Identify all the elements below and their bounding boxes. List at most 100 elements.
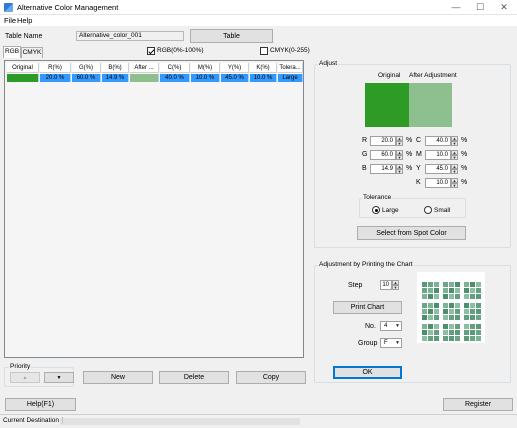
- chevron-down-icon: ▼: [395, 340, 400, 346]
- delete-button[interactable]: Delete: [159, 371, 229, 384]
- table-button[interactable]: Table: [190, 29, 273, 43]
- chart-patch: [464, 324, 469, 329]
- y-label: Y: [416, 165, 421, 172]
- chart-patch: [464, 294, 469, 299]
- column-header-tolerance[interactable]: Tolera...: [278, 63, 303, 73]
- chart-patch: [449, 309, 454, 314]
- m-down-icon[interactable]: ▼: [451, 155, 458, 160]
- copy-button[interactable]: Copy: [236, 371, 306, 384]
- table-name-label: Table Name: [5, 33, 43, 40]
- chart-patch: [449, 303, 454, 308]
- minimize-button[interactable]: —: [445, 1, 467, 14]
- chart-patch: [422, 282, 427, 287]
- column-header-g[interactable]: G(%): [72, 63, 101, 73]
- y-down-icon[interactable]: ▼: [451, 169, 458, 174]
- y-spinner[interactable]: 45.0 ▲ ▼: [425, 164, 460, 174]
- maximize-button[interactable]: ☐: [469, 1, 491, 14]
- register-button[interactable]: Register: [443, 398, 513, 411]
- k-spinner[interactable]: 10.0 ▲ ▼: [425, 178, 460, 188]
- cell-b[interactable]: 14.9 %: [102, 74, 129, 82]
- g-down-icon[interactable]: ▼: [396, 155, 403, 160]
- r-down-icon[interactable]: ▼: [396, 141, 403, 146]
- menu-help[interactable]: Help: [17, 16, 32, 25]
- column-header-after[interactable]: After ...: [130, 63, 159, 73]
- cell-m[interactable]: 10.0 %: [191, 74, 220, 82]
- cell-c[interactable]: 40.0 %: [160, 74, 190, 82]
- m-label: M: [416, 151, 422, 158]
- cell-k[interactable]: 10.0 %: [250, 74, 277, 82]
- cell-original-swatch[interactable]: [7, 74, 39, 82]
- tolerance-large-radio[interactable]: [372, 206, 380, 214]
- column-header-original[interactable]: Original: [7, 63, 39, 73]
- c-value[interactable]: 40.0: [425, 136, 451, 146]
- b-spinner[interactable]: 14.9 ▲ ▼: [370, 164, 405, 174]
- chart-patch: [434, 330, 439, 335]
- chart-patch: [470, 288, 475, 293]
- k-down-icon[interactable]: ▼: [451, 183, 458, 188]
- k-unit: %: [461, 179, 468, 186]
- group-label: Group: [358, 340, 378, 347]
- chart-patch: [476, 324, 481, 329]
- help-button[interactable]: Help(F1): [5, 398, 76, 411]
- g-spinner[interactable]: 60.0 ▲ ▼: [370, 150, 405, 160]
- no-value: 4: [384, 323, 388, 329]
- g-value[interactable]: 60.0: [370, 150, 396, 160]
- cell-after-swatch[interactable]: [130, 74, 159, 82]
- m-spinner[interactable]: 10.0 ▲ ▼: [425, 150, 460, 160]
- priority-down-button[interactable]: ▼: [44, 372, 74, 383]
- column-header-c[interactable]: C(%): [160, 63, 190, 73]
- chart-patch: [455, 294, 460, 299]
- k-value[interactable]: 10.0: [425, 178, 451, 188]
- ok-button[interactable]: OK: [333, 366, 402, 379]
- b-value[interactable]: 14.9: [370, 164, 396, 174]
- chart-patch: [476, 303, 481, 308]
- menu-file[interactable]: File: [4, 16, 16, 25]
- step-spinner[interactable]: 10 ▲ ▼: [380, 280, 399, 290]
- chart-patch: [464, 336, 469, 341]
- column-header-k[interactable]: K(%): [250, 63, 277, 73]
- app-icon: [4, 3, 13, 12]
- step-value[interactable]: 10: [380, 280, 392, 290]
- chart-patch: [428, 294, 433, 299]
- new-button[interactable]: New: [83, 371, 153, 384]
- cmyk-range-checkbox[interactable]: [260, 47, 268, 55]
- tolerance-large-label: Large: [382, 207, 399, 214]
- r-spinner[interactable]: 20.0 ▲ ▼: [370, 136, 405, 146]
- c-spinner[interactable]: 40.0 ▲ ▼: [425, 136, 460, 146]
- cell-tolerance[interactable]: Large: [278, 74, 303, 82]
- tab-cmyk[interactable]: CMYK: [21, 47, 43, 58]
- column-header-r[interactable]: R(%): [40, 63, 71, 73]
- chart-patch: [443, 336, 448, 341]
- r-value[interactable]: 20.0: [370, 136, 396, 146]
- column-header-b[interactable]: B(%): [102, 63, 129, 73]
- chart-patch: [422, 294, 427, 299]
- cell-g[interactable]: 60.0 %: [72, 74, 101, 82]
- chart-patch: [449, 288, 454, 293]
- chart-patch: [428, 330, 433, 335]
- y-value[interactable]: 45.0: [425, 164, 451, 174]
- after-color-swatch: [409, 83, 452, 127]
- close-button[interactable]: ✕: [493, 1, 515, 14]
- step-down-icon[interactable]: ▼: [392, 285, 399, 290]
- b-down-icon[interactable]: ▼: [396, 169, 403, 174]
- print-chart-button[interactable]: Print Chart: [333, 301, 402, 314]
- cell-y[interactable]: 45.0 %: [221, 74, 249, 82]
- column-header-m[interactable]: M(%): [191, 63, 220, 73]
- chart-patch: [443, 315, 448, 320]
- rgb-percent-checkbox[interactable]: [147, 47, 155, 55]
- chart-patch: [470, 303, 475, 308]
- tab-rgb[interactable]: RGB: [3, 46, 21, 58]
- c-down-icon[interactable]: ▼: [451, 141, 458, 146]
- no-select[interactable]: 4 ▼: [380, 321, 402, 331]
- no-label: No.: [365, 323, 376, 330]
- cell-r[interactable]: 20.0 %: [40, 74, 71, 82]
- m-value[interactable]: 10.0: [425, 150, 451, 160]
- priority-up-button[interactable]: ▲: [10, 372, 40, 383]
- column-header-y[interactable]: Y(%): [221, 63, 249, 73]
- chart-patch: [443, 324, 448, 329]
- color-table[interactable]: Original R(%) G(%) B(%) After ... C(%) M…: [4, 60, 304, 358]
- select-spot-color-button[interactable]: Select from Spot Color: [357, 226, 466, 240]
- group-select[interactable]: F ▼: [380, 338, 402, 348]
- tolerance-small-radio[interactable]: [424, 206, 432, 214]
- chart-patch: [470, 336, 475, 341]
